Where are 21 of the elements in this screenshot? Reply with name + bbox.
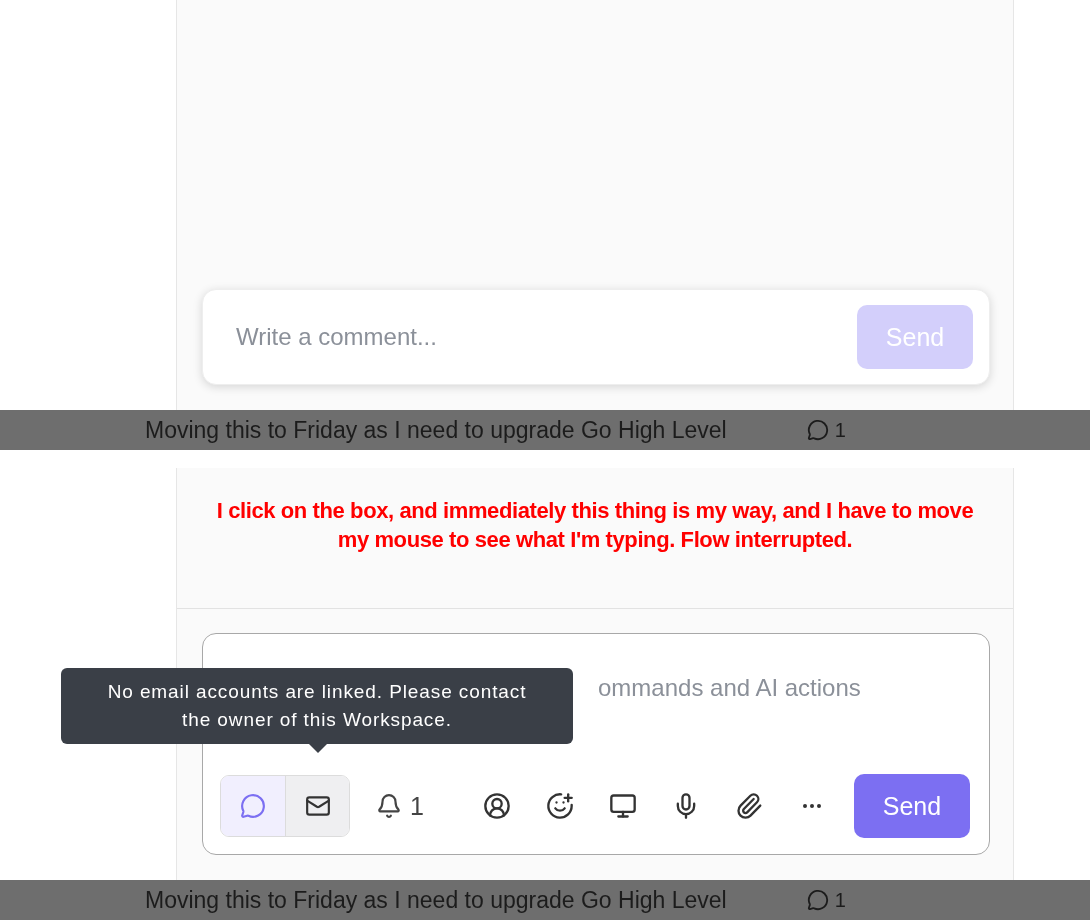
send-button[interactable]: Send bbox=[853, 774, 970, 838]
mode-button[interactable] bbox=[285, 776, 349, 836]
task-title: Moving this to Friday as I need to upgrade Go High Level bbox=[145, 886, 727, 914]
smiley-plus-icon bbox=[545, 792, 574, 820]
tooltip-pointer bbox=[309, 744, 327, 753]
bell-icon bbox=[376, 793, 402, 819]
task-row[interactable]: Moving this to Friday as I need to upgrade Go High Level 1 bbox=[0, 880, 1090, 920]
comment-placeholder: Write a comment... bbox=[236, 323, 437, 351]
task-row[interactable]: Moving this to Friday as I need to upgrade Go High Level 1 bbox=[0, 410, 1090, 450]
paperclip-icon bbox=[734, 792, 763, 820]
annotation-text: I click on the box, and immediately this thing is my way, and I have to move my mouse to see what I'm typing. Flow interrupted. bbox=[215, 497, 975, 554]
user-circle-icon bbox=[482, 792, 511, 820]
comment-count: 1 bbox=[806, 418, 846, 442]
notify-button[interactable]: 1 bbox=[376, 791, 424, 821]
task-title: Moving this to Friday as I need to upgrade Go High Level bbox=[145, 416, 727, 444]
comment-placeholder: ommands and AI actions bbox=[598, 674, 861, 701]
chat-bubble-icon bbox=[240, 793, 266, 819]
mail-icon bbox=[304, 793, 331, 819]
comment-count: 1 bbox=[806, 888, 846, 912]
monitor-icon bbox=[608, 792, 637, 820]
tooltip: No email accounts are linked. Please contact the owner of this Workspace. bbox=[61, 668, 573, 744]
